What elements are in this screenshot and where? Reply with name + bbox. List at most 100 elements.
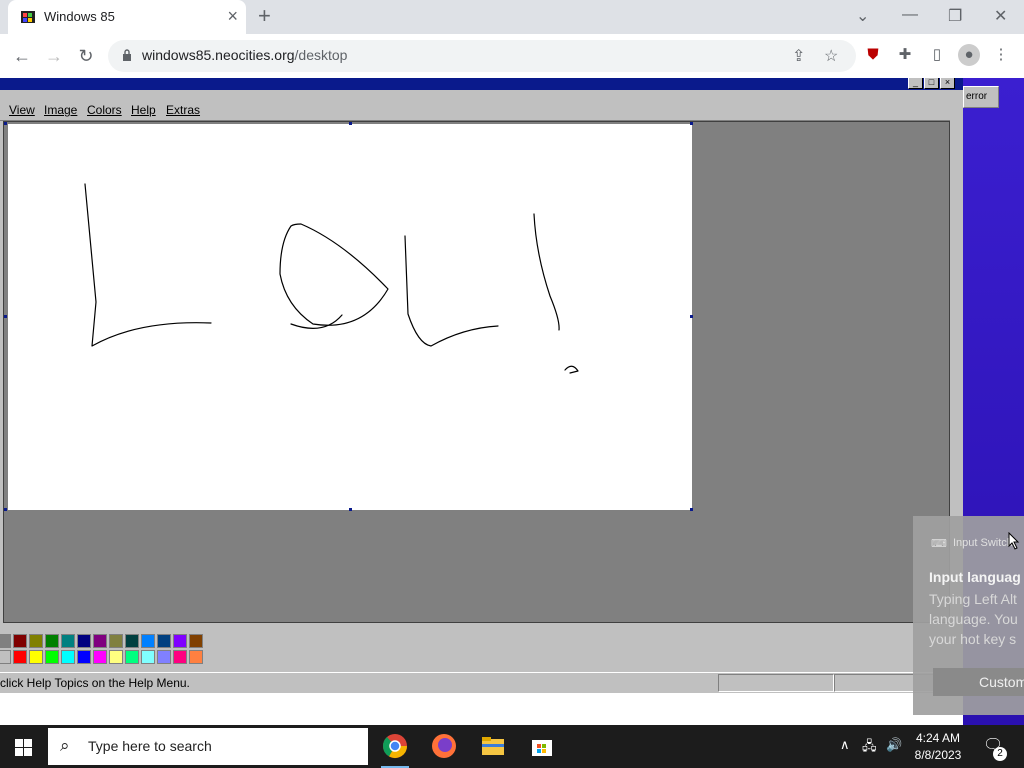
palette-color-swatch[interactable]: [157, 634, 171, 648]
paint-close-icon[interactable]: ×: [940, 78, 955, 89]
tab-close-icon[interactable]: ×: [227, 5, 238, 27]
palette-color-swatch[interactable]: [173, 634, 187, 648]
menu-colors[interactable]: Colors: [87, 103, 122, 117]
chrome-taskbar-icon[interactable]: [381, 732, 409, 760]
palette-color-swatch[interactable]: [141, 634, 155, 648]
canvas-resize-handle[interactable]: [349, 508, 352, 511]
palette-color-swatch[interactable]: [13, 650, 27, 664]
canvas-resize-handle[interactable]: [4, 122, 7, 125]
canvas-resize-handle[interactable]: [690, 315, 693, 318]
palette-color-swatch[interactable]: [109, 634, 123, 648]
menu-extras[interactable]: Extras: [166, 103, 200, 117]
profile-avatar-icon[interactable]: ●: [958, 44, 980, 66]
palette-color-swatch[interactable]: [45, 650, 59, 664]
error-button[interactable]: error: [963, 86, 999, 108]
palette-color-swatch[interactable]: [45, 634, 59, 648]
paint-work-area: [3, 121, 950, 623]
windows85-favicon-icon: [21, 11, 35, 23]
menu-view[interactable]: View: [9, 103, 35, 117]
palette-color-swatch[interactable]: [93, 650, 107, 664]
toast-body-line: language. You: [929, 611, 1018, 627]
bookmark-star-icon[interactable]: ☆: [824, 46, 838, 66]
address-bar[interactable]: windows85.neocities.org/desktop ⇪ ☆: [108, 40, 856, 72]
palette-color-swatch[interactable]: [0, 650, 11, 664]
paint-maximize-icon[interactable]: □: [924, 78, 939, 89]
forward-icon[interactable]: →: [42, 44, 66, 68]
status-cell: [718, 674, 834, 692]
palette-color-swatch[interactable]: [109, 650, 123, 664]
search-icon: ⌕: [60, 736, 70, 755]
taskbar-search-box[interactable]: ⌕ Type here to search: [48, 728, 368, 765]
lock-icon: [123, 49, 131, 61]
close-window-icon[interactable]: ✕: [994, 6, 1007, 26]
share-icon[interactable]: ⇪: [792, 46, 805, 66]
palette-color-swatch[interactable]: [29, 650, 43, 664]
palette-color-swatch[interactable]: [77, 650, 91, 664]
menu-image[interactable]: Image: [44, 103, 77, 117]
customize-button[interactable]: Custom: [933, 668, 1024, 696]
palette-color-swatch[interactable]: [189, 650, 203, 664]
paint-window: _ □ × View Image Colors Help Extras clic…: [0, 78, 963, 693]
webpage-viewport: error _ □ × View Image Colors Help Extras: [0, 78, 1024, 725]
palette-color-swatch[interactable]: [77, 634, 91, 648]
taskbar-clock[interactable]: 4:24 AM 8/8/2023: [904, 730, 972, 764]
drawing-canvas[interactable]: [8, 124, 692, 510]
toast-body: Typing Left Alt language. You your hot k…: [929, 589, 1018, 649]
new-tab-icon[interactable]: +: [258, 4, 271, 28]
status-message: click Help Topics on the Help Menu.: [0, 676, 190, 690]
paint-title-bar[interactable]: [0, 78, 963, 90]
keyboard-icon: ⌨: [931, 538, 947, 550]
browser-tab-strip: Windows 85 × + ⌄ — ❐ ✕: [0, 0, 1024, 34]
start-button[interactable]: [0, 725, 48, 768]
back-icon[interactable]: ←: [10, 44, 34, 68]
toast-body-line: Typing Left Alt: [929, 591, 1017, 607]
palette-color-swatch[interactable]: [0, 634, 11, 648]
tab-title: Windows 85: [44, 9, 115, 24]
palette-color-swatch[interactable]: [157, 650, 171, 664]
palette-color-swatch[interactable]: [93, 634, 107, 648]
restore-icon[interactable]: ❐: [948, 6, 962, 26]
paint-menu-bar: View Image Colors Help Extras: [0, 100, 950, 121]
firefox-taskbar-icon[interactable]: [430, 732, 458, 760]
paint-window-controls: _ □ ×: [908, 78, 956, 89]
clock-date: 8/8/2023: [914, 748, 962, 762]
browser-toolbar: ← → ↻ windows85.neocities.org/desktop ⇪ …: [0, 34, 1024, 79]
side-panel-icon[interactable]: ▯: [926, 44, 948, 66]
microsoft-store-taskbar-icon[interactable]: [528, 732, 556, 760]
network-icon[interactable]: 🖧: [862, 737, 877, 759]
canvas-resize-handle[interactable]: [690, 508, 693, 511]
show-hidden-icons-chevron-icon[interactable]: ∧: [840, 737, 850, 753]
palette-color-swatch[interactable]: [173, 650, 187, 664]
paint-minimize-icon[interactable]: _: [908, 78, 923, 89]
paint-status-bar: click Help Topics on the Help Menu.: [0, 672, 963, 693]
menu-help[interactable]: Help: [131, 103, 156, 117]
palette-color-swatch[interactable]: [61, 634, 75, 648]
canvas-resize-handle[interactable]: [4, 508, 7, 511]
color-palette: [0, 630, 963, 670]
canvas-resize-handle[interactable]: [349, 122, 352, 125]
palette-color-swatch[interactable]: [29, 634, 43, 648]
palette-color-swatch[interactable]: [61, 650, 75, 664]
ublock-extension-icon[interactable]: ⛊: [862, 44, 884, 66]
tab-search-icon[interactable]: ⌄: [856, 6, 869, 26]
windows-logo-icon: [15, 739, 32, 756]
palette-color-swatch[interactable]: [13, 634, 27, 648]
canvas-resize-handle[interactable]: [690, 122, 693, 125]
reload-icon[interactable]: ↻: [74, 44, 98, 68]
search-placeholder: Type here to search: [88, 738, 212, 754]
browser-menu-icon[interactable]: ⋮: [990, 44, 1012, 66]
canvas-resize-handle[interactable]: [4, 315, 7, 318]
palette-color-swatch[interactable]: [189, 634, 203, 648]
notification-count-badge: 2: [993, 747, 1007, 761]
palette-color-swatch[interactable]: [125, 650, 139, 664]
extensions-puzzle-icon[interactable]: ✚: [894, 44, 916, 66]
minimize-icon[interactable]: —: [902, 6, 918, 24]
file-explorer-taskbar-icon[interactable]: [479, 732, 507, 760]
mouse-cursor-icon: [1008, 532, 1020, 550]
toast-body-line: your hot key s: [929, 631, 1017, 647]
palette-color-swatch[interactable]: [141, 650, 155, 664]
volume-icon[interactable]: 🔊: [886, 737, 902, 753]
clock-time: 4:24 AM: [915, 731, 961, 745]
browser-tab[interactable]: Windows 85 ×: [8, 0, 246, 34]
palette-color-swatch[interactable]: [125, 634, 139, 648]
